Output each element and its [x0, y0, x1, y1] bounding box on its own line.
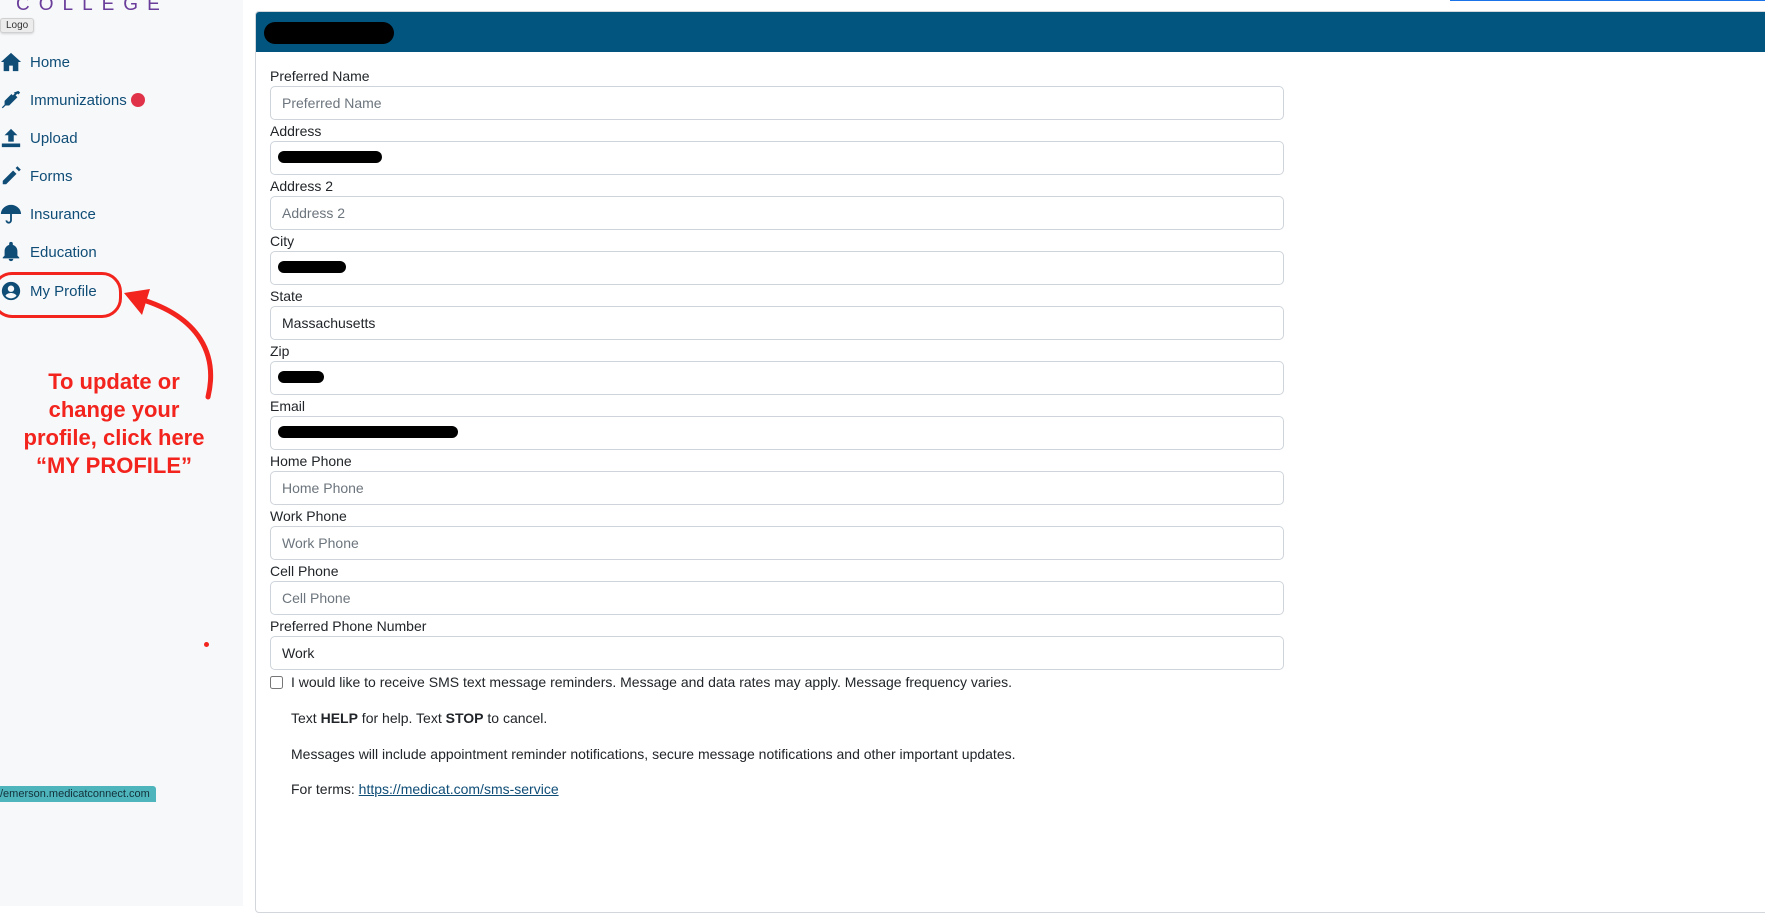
redacted-value: [278, 426, 458, 438]
sidebar-item-forms[interactable]: Forms: [0, 158, 200, 194]
sidebar-item-education[interactable]: Education: [0, 234, 200, 270]
syringe-icon: [0, 89, 24, 111]
sms-terms: For terms: https://medicat.com/sms-servi…: [270, 781, 559, 797]
field-preferred-name: Preferred Name: [270, 66, 1284, 121]
field-zip: Zip: [270, 341, 1284, 396]
card-header: [256, 12, 1765, 52]
field-label: Email: [270, 398, 306, 414]
sms-consent-checkbox[interactable]: [270, 675, 283, 689]
redacted-value: [278, 371, 324, 383]
address-input[interactable]: [270, 141, 1284, 175]
field-label: Preferred Phone Number: [270, 618, 427, 634]
text-fragment: Text: [291, 710, 321, 726]
field-label: Home Phone: [270, 453, 352, 469]
text-fragment: for help. Text: [357, 710, 446, 726]
field-label: Address: [270, 123, 322, 139]
bell-icon: [0, 241, 24, 263]
sidebar-item-label: Forms: [30, 167, 73, 185]
upload-icon: [0, 127, 24, 149]
sidebar-item-label: Education: [30, 243, 97, 261]
sidebar-item-label: Immunizations: [30, 91, 127, 109]
sms-consent-section: I would like to receive SMS text message…: [270, 674, 1016, 797]
field-work-phone: Work Phone: [270, 506, 1284, 561]
sidebar-item-my-profile[interactable]: My Profile: [0, 273, 200, 309]
annotation-dot: [204, 642, 209, 647]
field-label: State: [270, 288, 303, 304]
home-phone-input[interactable]: [270, 471, 1284, 505]
pencil-icon: [0, 165, 24, 187]
sidebar-item-label: Insurance: [30, 205, 96, 223]
logo-tooltip: Logo: [0, 18, 35, 33]
field-state: State: [270, 286, 1284, 341]
field-email: Email: [270, 396, 1284, 451]
field-label: Cell Phone: [270, 563, 339, 579]
field-label: Preferred Name: [270, 68, 370, 84]
field-address-2: Address 2: [270, 176, 1284, 231]
help-keyword: HELP: [320, 710, 358, 726]
state-input[interactable]: [270, 306, 1284, 340]
field-label: Address 2: [270, 178, 334, 194]
preferred-name-input[interactable]: [270, 86, 1284, 120]
text-fragment: to cancel.: [483, 710, 548, 726]
text-fragment: For terms:: [291, 781, 359, 797]
redacted-value: [278, 261, 346, 273]
field-address: Address: [270, 121, 1284, 176]
city-input[interactable]: [270, 251, 1284, 285]
zip-input[interactable]: [270, 361, 1284, 395]
sidebar-item-label: Home: [30, 53, 71, 71]
sidebar-item-insurance[interactable]: Insurance: [0, 196, 200, 232]
field-home-phone: Home Phone: [270, 451, 1284, 506]
annotation-line: To update or: [48, 369, 180, 394]
sms-terms-link[interactable]: https://medicat.com/sms-service: [359, 781, 559, 797]
sidebar-item-label: My Profile: [30, 282, 97, 300]
annotation-line: change your: [48, 397, 180, 422]
umbrella-icon: [0, 203, 24, 225]
field-label: Work Phone: [270, 508, 347, 524]
sidebar-item-upload[interactable]: Upload: [0, 120, 200, 156]
status-url-tooltip: /emerson.medicatconnect.com: [0, 786, 156, 802]
field-cell-phone: Cell Phone: [270, 561, 1284, 616]
top-accent-line: [1450, 0, 1765, 1]
stop-keyword: STOP: [445, 710, 484, 726]
redacted-value: [278, 151, 382, 163]
user-circle-icon: [0, 280, 24, 302]
sidebar-item-label: Upload: [30, 129, 78, 147]
sms-help-text: Text HELP for help. Text STOP to cancel.: [270, 710, 547, 726]
sms-consent-label[interactable]: I would like to receive SMS text message…: [291, 674, 1012, 690]
sidebar-item-home[interactable]: Home: [0, 44, 200, 80]
field-label: City: [270, 233, 295, 249]
field-label: Zip: [270, 343, 290, 359]
address-2-input[interactable]: [270, 196, 1284, 230]
sidebar-item-immunizations[interactable]: Immunizations: [0, 82, 200, 118]
annotation-callout-text: To update or change your profile, click …: [8, 368, 220, 480]
annotation-line: profile, click here: [23, 425, 205, 450]
college-logo-text[interactable]: COLLEGE: [16, 0, 169, 16]
field-preferred-phone-number: Preferred Phone Number: [270, 616, 1284, 671]
profile-form: Preferred Name Address Address 2 City St…: [270, 66, 1284, 671]
home-icon: [0, 51, 24, 73]
work-phone-input[interactable]: [270, 526, 1284, 560]
alert-badge: [130, 93, 145, 107]
cell-phone-input[interactable]: [270, 581, 1284, 615]
sms-messages-info: Messages will include appointment remind…: [291, 746, 1016, 762]
preferred-phone-select[interactable]: [270, 636, 1284, 670]
redacted-title: [264, 22, 394, 44]
sidebar: COLLEGE Logo Home Immunizations Upload F…: [0, 0, 243, 906]
annotation-line: “MY PROFILE”: [35, 453, 193, 478]
field-city: City: [270, 231, 1284, 286]
